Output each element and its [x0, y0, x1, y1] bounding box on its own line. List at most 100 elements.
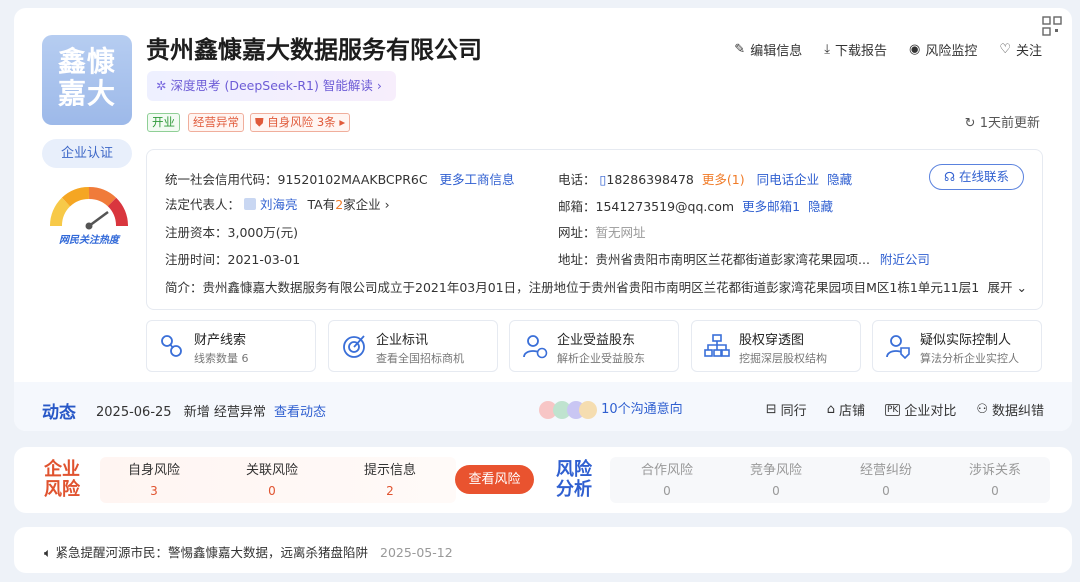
- target-icon: [343, 335, 365, 358]
- notice-card[interactable]: 🔈︎ 紧急提醒河源市民：警惕鑫慷嘉大数据，远离杀猪盘陷阱 2025-05-12: [14, 527, 1072, 573]
- compare-button[interactable]: PK 企业对比: [884, 400, 956, 419]
- risk-analysis-title: 风险 分析: [556, 460, 592, 500]
- pencil-icon: ✎: [734, 42, 746, 57]
- feature-property-clue[interactable]: 财产线索 线索数量 6: [146, 320, 316, 372]
- risk-stat-self[interactable]: 自身风险 3: [99, 459, 209, 498]
- more-phone-link[interactable]: 更多(1): [702, 172, 745, 187]
- feature-actual-controller[interactable]: 疑似实际控制人 算法分析企业实控人: [872, 320, 1042, 372]
- status-tag-abnormal[interactable]: 经营异常: [188, 113, 244, 132]
- follow-button[interactable]: ♡ 关注: [999, 40, 1042, 59]
- reg-date-value: 2021-03-01: [227, 252, 301, 267]
- website-row: 网址：暂无网址: [558, 222, 646, 241]
- notice-text[interactable]: 紧急提醒河源市民：警惕鑫慷嘉大数据，远离杀猪盘陷阱: [56, 545, 369, 560]
- avatar-group-icon: [539, 400, 597, 419]
- ai-icon: ✲: [156, 78, 167, 93]
- risk-stat-value: 0: [663, 484, 671, 498]
- dynamic-title: 动态: [42, 403, 76, 423]
- ai-insight-label: 深度思考 (DeepSeek-R1) 智能解读: [170, 78, 373, 93]
- edit-info-button[interactable]: ✎ 编辑信息: [734, 40, 802, 59]
- address-row: 地址：贵州省贵阳市南明区兰花都街道彭家湾花果园项... 附近公司: [558, 249, 930, 268]
- compare-icon: PK: [884, 403, 901, 416]
- risk-stat-cooperation[interactable]: 合作风险 0: [612, 459, 722, 498]
- address-value: 贵州省贵阳市南明区兰花都街道彭家湾花果园项...: [595, 252, 870, 267]
- credit-code-label: 统一社会信用代码：: [165, 172, 278, 187]
- play-arrow-icon: ▸: [339, 115, 346, 129]
- heart-icon: ♡: [999, 42, 1011, 57]
- email-value: 1541273519@qq.com: [595, 199, 735, 214]
- edit-info-label: 编辑信息: [750, 44, 803, 59]
- heat-gauge-icon: [50, 187, 128, 230]
- hide-phone-link[interactable]: 隐藏: [827, 172, 852, 187]
- company-header-card: 鑫慷嘉大 企业认证 网民关注热度 贵州鑫慷嘉大数据服务有限公司 ✲ 深度思考 (…: [14, 8, 1072, 431]
- data-correction-button[interactable]: ⚇ 数据纠错: [976, 400, 1044, 419]
- risk-stat-competition[interactable]: 竞争风险 0: [721, 459, 831, 498]
- shield-warning-icon: ⛊: [255, 115, 264, 129]
- store-icon: ⌂: [826, 402, 835, 417]
- briefcase-icon: ⊟: [765, 402, 777, 417]
- risk-stat-name: 竞争风险: [749, 463, 802, 478]
- risk-analysis-title-line2: 分析: [556, 479, 592, 500]
- store-label: 店铺: [838, 404, 865, 419]
- ai-insight-button[interactable]: ✲ 深度思考 (DeepSeek-R1) 智能解读 ›: [147, 71, 396, 101]
- reg-date-row: 注册时间：2021-03-01: [165, 249, 300, 268]
- communication-intent[interactable]: 10个沟通意向: [539, 398, 683, 419]
- controller-icon: [886, 335, 910, 359]
- speaker-icon: 🔈︎: [44, 545, 52, 560]
- legal-rep-companies[interactable]: TA有2家企业 ›: [307, 197, 389, 212]
- self-risk-tag[interactable]: ⛊ 自身风险 3条 ▸: [250, 113, 351, 132]
- risk-stat-name: 自身风险: [127, 463, 180, 478]
- correction-icon: ⚇: [976, 402, 988, 417]
- hide-email-link[interactable]: 隐藏: [808, 199, 833, 214]
- intro-row: 简介：贵州鑫慷嘉大数据服务有限公司成立于2021年03月01日，注册地位于贵州省…: [165, 277, 1027, 296]
- expand-intro-button[interactable]: 展开 ⌄: [983, 277, 1027, 296]
- risk-stat-tips[interactable]: 提示信息 2: [335, 459, 445, 498]
- peer-button[interactable]: ⊟ 同行: [766, 400, 807, 419]
- risk-stat-related[interactable]: 关联风险 0: [217, 459, 327, 498]
- address-label: 地址：: [558, 252, 596, 267]
- risk-monitor-button[interactable]: ◉ 风险监控: [909, 40, 977, 59]
- email-label: 邮箱：: [558, 199, 596, 214]
- company-logo: 鑫慷嘉大: [42, 35, 132, 125]
- download-report-button[interactable]: ⤓ 下载报告: [824, 40, 887, 59]
- enterprise-certification-badge[interactable]: 企业认证: [42, 139, 132, 168]
- company-risk-title-line1: 企业: [44, 459, 80, 480]
- website-label: 网址：: [558, 225, 596, 240]
- risk-stat-value: 0: [991, 484, 999, 498]
- view-risk-button[interactable]: 查看风险: [455, 465, 534, 494]
- feature-subtitle: 算法分析企业实控人: [920, 352, 1019, 365]
- reg-date-label: 注册时间：: [165, 252, 228, 267]
- more-business-info-link[interactable]: 更多工商信息: [440, 172, 515, 187]
- risk-stat-litigation[interactable]: 涉诉关系 0: [940, 459, 1050, 498]
- download-icon: ⤓: [824, 42, 830, 57]
- risk-stat-dispute[interactable]: 经营纠纷 0: [831, 459, 941, 498]
- website-value: 暂无网址: [595, 225, 646, 240]
- risk-stat-name: 经营纠纷: [859, 463, 912, 478]
- phone-label: 电话：: [558, 172, 596, 187]
- risk-stat-value: 0: [882, 484, 890, 498]
- store-button[interactable]: ⌂ 店铺: [827, 400, 865, 419]
- risk-stat-value: 3: [150, 484, 158, 498]
- view-dynamic-link[interactable]: 查看动态: [274, 405, 326, 420]
- update-status[interactable]: ↻ 1天前更新: [965, 112, 1040, 131]
- nearby-companies-link[interactable]: 附近公司: [880, 252, 930, 267]
- notice-row: 🔈︎ 紧急提醒河源市民：警惕鑫慷嘉大数据，远离杀猪盘陷阱 2025-05-12: [44, 542, 453, 561]
- legal-rep-link[interactable]: 刘海亮: [260, 197, 298, 212]
- headset-icon: ☊: [943, 169, 956, 184]
- chevron-right-icon: ›: [384, 197, 390, 212]
- capital-value: 3,000万(元): [227, 225, 299, 240]
- feature-equity-chart[interactable]: 股权穿透图 挖掘深层股权结构: [691, 320, 861, 372]
- feature-title: 疑似实际控制人: [920, 333, 1012, 348]
- online-contact-label: 在线联系: [959, 169, 1010, 184]
- feature-bid-info[interactable]: 企业标讯 查看全国招标商机: [328, 320, 498, 372]
- more-email-link[interactable]: 更多邮箱1: [742, 199, 800, 214]
- feature-beneficial-shareholder[interactable]: 企业受益股东 解析企业受益股东: [509, 320, 679, 372]
- risk-stat-name: 关联风险: [245, 463, 298, 478]
- notice-date: 2025-05-12: [380, 545, 453, 560]
- same-phone-companies-link[interactable]: 同电话企业: [757, 172, 820, 187]
- qr-code-icon[interactable]: [1042, 16, 1062, 36]
- refresh-icon: ↻: [964, 116, 976, 131]
- intro-label: 简介：: [165, 280, 203, 295]
- self-risk-tag-label: 自身风险 3条: [267, 115, 336, 129]
- online-contact-button[interactable]: ☊ 在线联系: [929, 164, 1024, 190]
- communication-intent-label: 10个沟通意向: [601, 402, 683, 417]
